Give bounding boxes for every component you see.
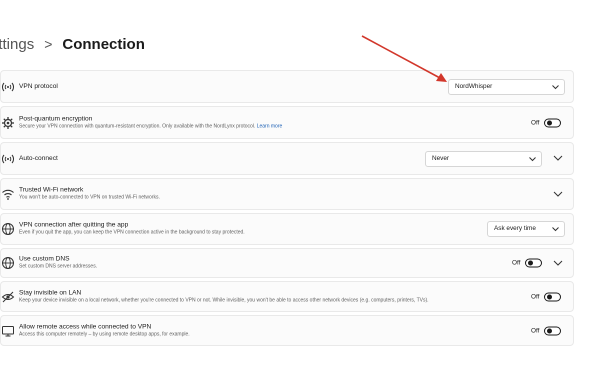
dropdown-value: Ask every time [494,225,536,232]
setting-custom-dns: Use custom DNS Set custom DNS server add… [0,248,574,278]
chevron-down-icon [552,84,559,91]
auto-connect-dropdown[interactable]: Never [425,150,542,167]
toggle-knob [546,120,552,125]
toggle-state-label: Off [531,327,540,334]
setting-trusted-wifi[interactable]: Trusted Wi-Fi network You won't be auto-… [0,178,574,210]
setting-title: Stay invisible on LAN [19,289,82,296]
wifi-icon [1,187,15,201]
vpn-after-quit-dropdown[interactable]: Ask every time [487,221,565,237]
remote-access-toggle[interactable] [544,326,562,335]
vpn-signal-icon [1,152,15,166]
setting-vpn-protocol: VPN protocol NordWhisper [0,70,574,103]
setting-title: VPN protocol [19,82,58,90]
page-title: Connection [62,36,145,53]
setting-description: Secure your VPN connection with quantum-… [19,123,283,129]
setting-title: Use custom DNS [19,255,70,263]
dropdown-value: Never [432,154,450,162]
gear-icon [1,116,15,130]
setting-invisible-lan: Stay invisible on LAN Keep your device i… [0,281,574,312]
toggle-knob [527,260,533,266]
chevron-down-icon [552,226,559,233]
invisible-lan-toggle[interactable] [544,292,562,301]
custom-dns-toggle[interactable] [525,258,543,268]
toggle-state-label: Off [531,293,540,300]
post-quantum-toggle-group: Off [531,118,562,127]
chevron-down-icon [529,156,536,163]
learn-more-link[interactable]: Learn more [257,123,283,129]
setting-title: Post-quantum encryption [19,115,93,122]
invisible-lan-toggle-group: Off [531,292,562,301]
custom-dns-toggle-group: Off [512,258,543,268]
toggle-knob [546,294,552,299]
setting-title: Trusted Wi-Fi network [19,186,84,194]
setting-description: Even if you quit the app, you can keep t… [19,229,245,236]
toggle-knob [546,328,552,333]
invisible-icon [1,290,15,304]
setting-description: Access this computer remotely – by using… [19,331,190,337]
breadcrumb-parent[interactable]: ettings [0,36,34,53]
setting-title: Auto-connect [19,154,58,162]
setting-vpn-after-quit: VPN connection after quitting the app Ev… [0,213,574,245]
vpn-protocol-dropdown[interactable]: NordWhisper [448,78,565,95]
setting-auto-connect: Auto-connect Never [0,142,574,175]
expand-chevron-icon[interactable] [553,258,563,268]
toggle-state-label: Off [531,119,540,126]
dropdown-value: NordWhisper [455,82,493,90]
expand-chevron-icon[interactable] [553,154,563,164]
breadcrumb: ettings > Connection [0,36,145,53]
setting-description: You won't be auto-connected to VPN on tr… [19,194,160,201]
vpn-signal-icon [1,80,15,94]
setting-title: Allow remote access while connected to V… [19,323,152,330]
globe-icon [1,222,15,236]
breadcrumb-separator: > [44,36,53,52]
setting-remote-access: Allow remote access while connected to V… [0,315,574,346]
remote-desktop-icon [1,324,15,338]
expand-chevron-icon[interactable] [553,189,563,199]
toggle-state-label: Off [512,259,521,267]
setting-title: VPN connection after quitting the app [19,221,129,229]
post-quantum-toggle[interactable] [544,118,562,127]
setting-post-quantum-encryption: Post-quantum encryption Secure your VPN … [0,106,574,139]
setting-description: Keep your device invisible on a local ne… [19,297,429,303]
remote-access-toggle-group: Off [531,326,562,335]
setting-description: Set custom DNS server addresses. [19,263,98,270]
settings-list: VPN protocol NordWhisper Post-quantum en… [0,70,574,349]
dns-icon [1,256,15,270]
